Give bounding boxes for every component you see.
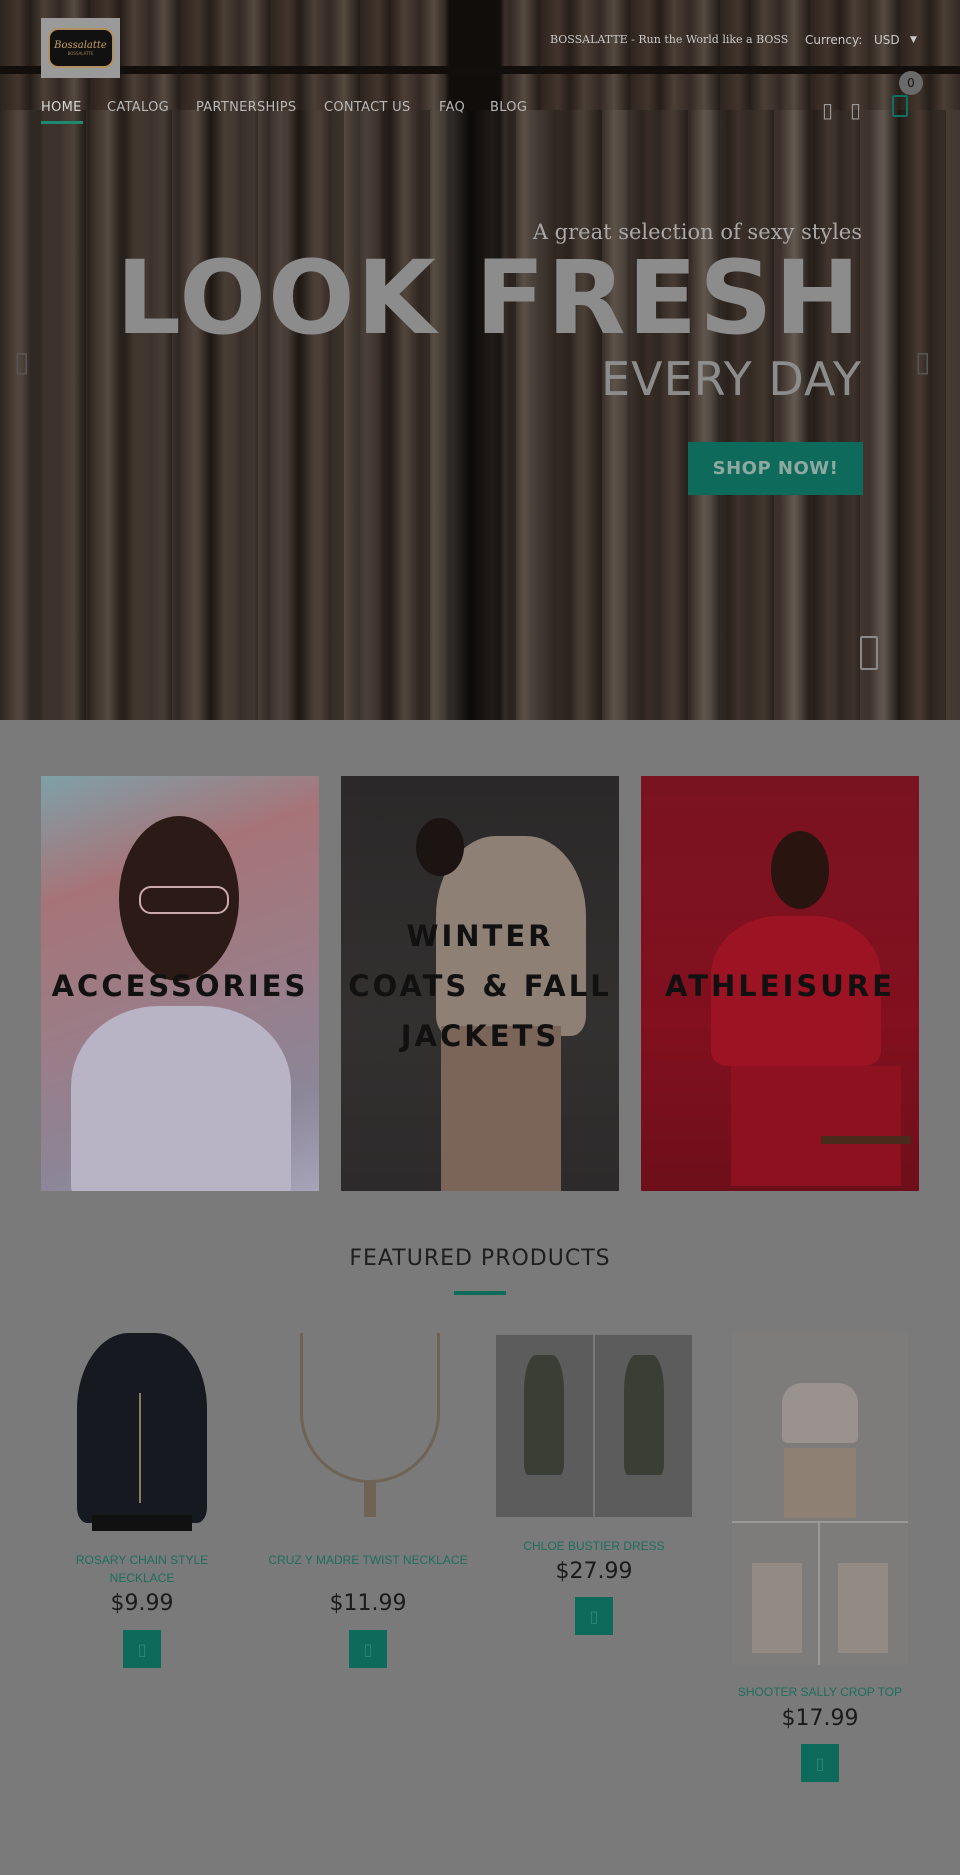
collection-tile-winter-coats[interactable]: WINTER COATS & FALL JACKETS <box>341 776 619 1191</box>
nav-faq[interactable]: FAQ <box>439 100 465 115</box>
product-price: $11.99 <box>329 1591 407 1616</box>
product-image-cruz-necklace[interactable] <box>290 1333 450 1523</box>
outfit-thumb-back <box>838 1563 888 1653</box>
product-image-shooter-crop-top[interactable] <box>732 1333 908 1665</box>
nav-blog[interactable]: BLOG <box>490 100 527 115</box>
product-image-chloe-dress[interactable] <box>496 1335 692 1517</box>
product-title[interactable]: CHLOE BUSTIER DRESS <box>494 1537 694 1555</box>
tile-figure-head <box>771 831 829 909</box>
twist-chain <box>300 1333 440 1483</box>
hero-slider: Bossalatte BOSSALATTE BOSSALATTE - Run t… <box>0 0 960 720</box>
cart-add-icon[interactable]: ▯ <box>123 1630 161 1668</box>
dress-front <box>524 1355 564 1475</box>
cart-icon[interactable] <box>892 95 908 117</box>
collection-label: ATHLEISURE <box>665 969 895 1003</box>
product-title[interactable]: SHOOTER SALLY CROP TOP <box>720 1683 920 1701</box>
logo-subtext: BOSSALATTE <box>67 51 94 56</box>
necklace-bust <box>77 1333 207 1523</box>
tile-figure-pants <box>731 1066 901 1186</box>
collection-tile-athleisure[interactable]: ATHLEISURE <box>641 776 919 1191</box>
collection-label: WINTER COATS & FALL JACKETS <box>348 919 612 1053</box>
collection-tile-accessories[interactable]: ACCESSORIES <box>41 776 319 1191</box>
hero-headline: LOOK FRESH <box>115 239 862 358</box>
collection-label: ACCESSORIES <box>51 969 309 1003</box>
tile-stool <box>821 1136 911 1144</box>
product-image-rosary-necklace[interactable] <box>72 1333 212 1533</box>
hero-subline: EVERY DAY <box>601 352 862 406</box>
user-icon[interactable]: ▯ <box>822 98 833 122</box>
outfit-thumb-front <box>752 1563 802 1653</box>
tile-figure-coat <box>71 1006 291 1191</box>
image-divider <box>732 1521 908 1523</box>
cart-add-icon[interactable]: ▯ <box>801 1744 839 1782</box>
product-price: $17.99 <box>781 1706 859 1731</box>
nav-active-indicator <box>41 121 83 124</box>
tile-figure-head <box>416 818 464 876</box>
slide-indicator[interactable] <box>860 636 878 670</box>
logo-text: Bossalatte <box>54 40 107 51</box>
cart-count-badge: 0 <box>899 71 923 95</box>
nav-catalog[interactable]: CATALOG <box>107 100 169 115</box>
caret-down-icon[interactable]: ▼ <box>910 35 917 45</box>
shop-now-button[interactable]: SHOP NOW! <box>688 442 863 495</box>
chevron-left-icon[interactable]: ▯ <box>14 345 29 378</box>
store-tagline: BOSSALATTE - Run the World like a BOSS <box>550 33 789 46</box>
cross-pendant <box>364 1481 376 1517</box>
bust-base <box>92 1515 192 1531</box>
cart-add-icon[interactable]: ▯ <box>349 1630 387 1668</box>
nav-contact-us[interactable]: CONTACT US <box>324 100 411 115</box>
image-divider <box>593 1335 595 1517</box>
store-logo[interactable]: Bossalatte BOSSALATTE <box>41 18 120 78</box>
dress-back <box>624 1355 664 1475</box>
cart-add-icon[interactable]: ▯ <box>575 1597 613 1635</box>
nav-home[interactable]: HOME <box>41 100 82 115</box>
crop-top-main <box>782 1383 858 1443</box>
glasses-graphic <box>139 886 229 914</box>
product-title[interactable]: ROSARY CHAIN STYLE NECKLACE <box>42 1551 242 1587</box>
featured-products-heading: FEATURED PRODUCTS <box>349 1246 611 1271</box>
nav-partnerships[interactable]: PARTNERSHIPS <box>196 100 296 115</box>
currency-label: Currency: <box>805 33 863 47</box>
image-divider <box>818 1521 820 1665</box>
currency-select[interactable]: USD <box>874 33 900 47</box>
product-price: $27.99 <box>555 1559 633 1584</box>
skirt-main <box>784 1448 856 1518</box>
rosary-chain <box>139 1393 141 1503</box>
product-price: $9.99 <box>110 1591 174 1616</box>
logo-badge: Bossalatte BOSSALATTE <box>47 28 114 68</box>
search-icon[interactable]: ▯ <box>850 98 861 122</box>
heading-underline <box>454 1291 506 1295</box>
product-title[interactable]: CRUZ Y MADRE TWIST NECKLACE <box>268 1551 468 1569</box>
chevron-right-icon[interactable]: ▯ <box>915 345 930 378</box>
